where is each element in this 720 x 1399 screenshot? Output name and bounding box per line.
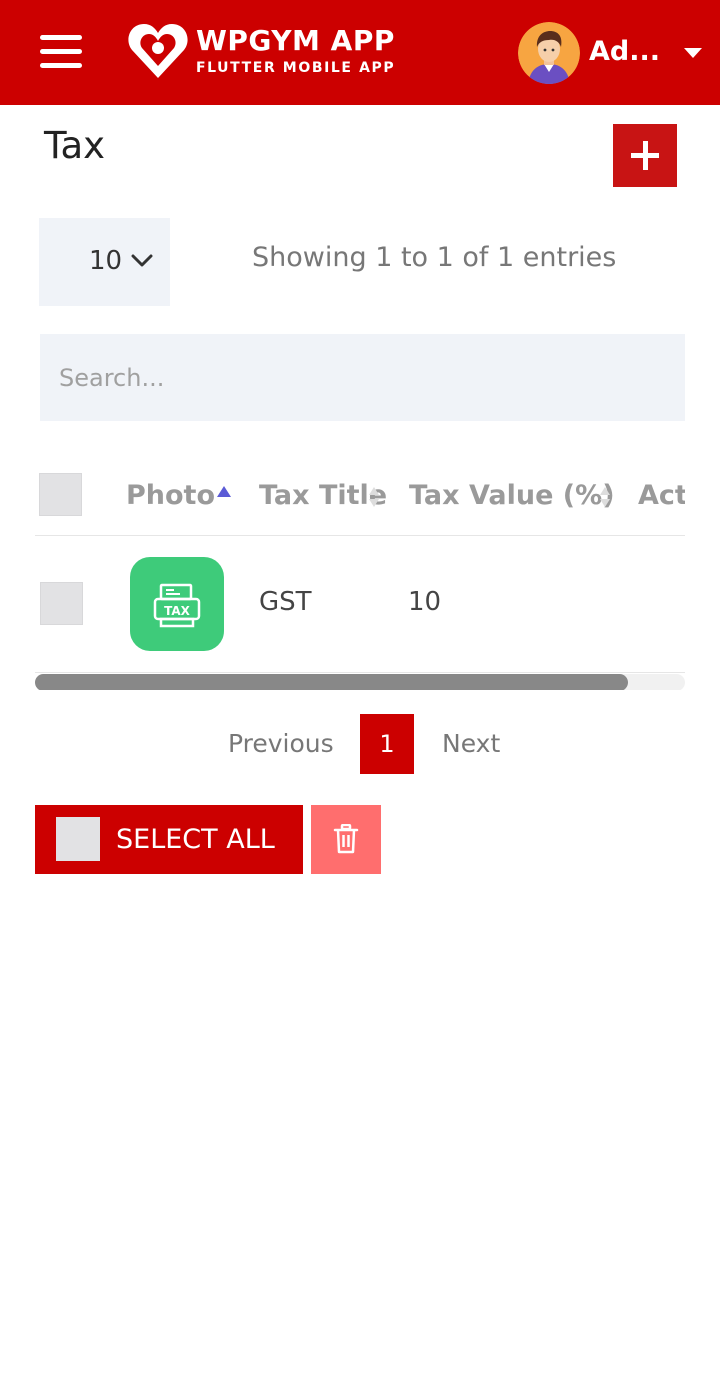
header-divider bbox=[35, 535, 685, 536]
column-header-tax-title[interactable]: Tax Title bbox=[259, 480, 387, 511]
search-input[interactable] bbox=[40, 334, 685, 421]
user-avatar-icon bbox=[518, 22, 580, 84]
dropdown-caret-icon[interactable] bbox=[684, 48, 702, 58]
tax-table: Photo Tax Title Tax Value (%) Act TAX GS… bbox=[35, 450, 685, 690]
pagination-previous[interactable]: Previous bbox=[228, 729, 334, 758]
pagination-next[interactable]: Next bbox=[442, 729, 500, 758]
column-header-tax-value[interactable]: Tax Value (%) bbox=[409, 480, 615, 511]
page-length-select[interactable]: 10 bbox=[39, 218, 170, 306]
page-title: Tax bbox=[44, 124, 106, 167]
select-all-label: SELECT ALL bbox=[116, 824, 275, 855]
tax-receipt-icon: TAX bbox=[153, 583, 201, 628]
header-checkbox[interactable] bbox=[39, 473, 82, 516]
app-subtitle: FLUTTER MOBILE APP bbox=[196, 60, 396, 76]
user-name[interactable]: Ad... bbox=[589, 36, 660, 67]
chevron-down-icon bbox=[131, 254, 153, 267]
table-info: Showing 1 to 1 of 1 entries bbox=[252, 242, 617, 273]
row-checkbox[interactable] bbox=[40, 582, 83, 625]
column-header-photo[interactable]: Photo bbox=[126, 480, 215, 511]
cell-tax-value: 10 bbox=[408, 587, 442, 617]
avatar[interactable] bbox=[518, 22, 580, 84]
row-divider bbox=[35, 672, 685, 673]
menu-icon[interactable] bbox=[36, 33, 86, 73]
column-header-action[interactable]: Act bbox=[638, 480, 685, 511]
trash-icon bbox=[333, 824, 359, 854]
delete-selected-button[interactable] bbox=[311, 805, 381, 874]
sort-asc-icon bbox=[217, 486, 231, 497]
sort-icon bbox=[600, 487, 610, 509]
pagination-page-1[interactable]: 1 bbox=[360, 714, 414, 774]
add-tax-button[interactable] bbox=[613, 124, 677, 187]
svg-text:TAX: TAX bbox=[164, 604, 191, 618]
select-all-checkbox[interactable] bbox=[56, 817, 100, 861]
app-header: WPGYM APP FLUTTER MOBILE APP Ad... bbox=[0, 0, 720, 105]
app-title: WPGYM APP bbox=[196, 24, 395, 57]
cell-tax-title: GST bbox=[259, 587, 312, 617]
sort-icon bbox=[369, 487, 379, 509]
logo-icon bbox=[128, 24, 188, 78]
horizontal-scrollbar-thumb[interactable] bbox=[35, 674, 628, 690]
select-all-button[interactable]: SELECT ALL bbox=[35, 805, 303, 874]
page-length-value: 10 bbox=[89, 246, 123, 276]
tax-photo: TAX bbox=[130, 557, 224, 651]
